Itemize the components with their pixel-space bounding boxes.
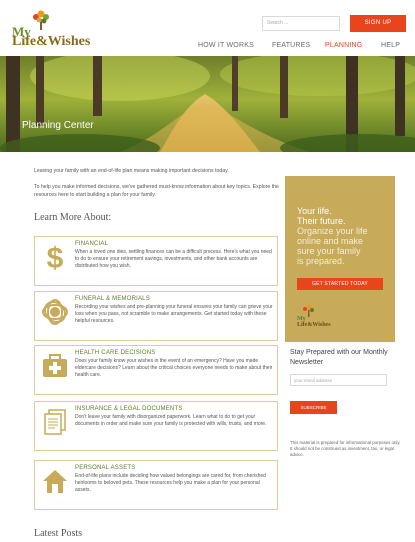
promo-logo: My Life&Wishes [297, 304, 333, 328]
card-title: INSURANCE & LEGAL DOCUMENTS [75, 406, 183, 412]
topic-card-financial[interactable]: $ FINANCIAL When a loved one dies, settl… [34, 236, 278, 286]
topic-card-insurance[interactable]: INSURANCE & LEGAL DOCUMENTS Don't leave … [34, 401, 278, 451]
disclaimer-text: This material is prepared for informatio… [290, 440, 401, 458]
card-description: Recording your wishes and pre-planning y… [75, 304, 273, 324]
flower-icon [42, 299, 68, 325]
search-input[interactable]: Search ... [262, 16, 340, 31]
card-title: FINANCIAL [75, 241, 109, 247]
nav-planning[interactable]: PLANNING [325, 42, 362, 49]
topic-card-health[interactable]: HEALTH CARE DECISIONS Does your family k… [34, 345, 278, 395]
intro-paragraph-2: To help you make informed decisions, we'… [34, 184, 279, 198]
email-input[interactable]: your email address [290, 374, 387, 386]
svg-text:$: $ [47, 243, 64, 271]
latest-posts-heading: Latest Posts [34, 528, 83, 539]
site-logo[interactable]: My Life&Wishes [12, 10, 102, 50]
promo-line: Organize your life [297, 226, 368, 236]
promo-line: online and make [297, 236, 364, 246]
nav-how-it-works[interactable]: HOW IT WORKS [198, 42, 254, 49]
tree-logo-icon [33, 10, 49, 30]
promo-line: sure your family [297, 246, 361, 256]
forest-path-image [0, 56, 415, 152]
card-description: Don't leave your family with disorganize… [75, 414, 267, 427]
house-icon [43, 470, 67, 493]
nav-help[interactable]: HELP [381, 42, 400, 49]
promo-line: is prepared. [297, 256, 345, 266]
nav-features[interactable]: FEATURES [272, 42, 310, 49]
card-title: PERSONAL ASSETS [75, 465, 136, 471]
hero-banner [0, 56, 415, 152]
card-title: FUNERAL & MEMORIALS [75, 296, 150, 302]
page-title: Planning Center [22, 120, 94, 131]
card-description: End-of-life plans include deciding how v… [75, 473, 266, 493]
newsletter-heading: Stay Prepared with our Monthly Newslette… [290, 349, 388, 366]
site-header: My Life&Wishes Search ... SIGN UP HOW IT… [0, 0, 415, 56]
dollar-icon: $ [47, 243, 64, 271]
promo-line: Your life. [297, 206, 332, 216]
promo-line: Their future. [297, 216, 346, 226]
get-started-button[interactable]: GET STARTED TODAY [297, 278, 383, 290]
logo-text-life-wishes: Life&Wishes [12, 34, 91, 49]
learn-more-heading: Learn More About: [34, 212, 112, 223]
card-title: HEALTH CARE DECISIONS [75, 350, 156, 356]
documents-icon [44, 409, 66, 435]
subscribe-button[interactable]: SUBSCRIBE [290, 401, 337, 414]
card-description: Does your family know your wishes in the… [75, 358, 273, 378]
signup-button[interactable]: SIGN UP [350, 15, 406, 32]
promo-box: Your life. Their future. Organize your l… [285, 176, 395, 342]
topic-card-assets[interactable]: PERSONAL ASSETS End-of-life plans includ… [34, 460, 278, 510]
tree-logo-icon: My Life&Wishes [297, 304, 331, 328]
card-description: When a loved one dies, settling finances… [75, 249, 272, 269]
svg-text:Life&Wishes: Life&Wishes [297, 322, 331, 328]
intro-paragraph-1: Leaving your family with an end-of-life … [34, 168, 229, 174]
medical-kit-icon [43, 354, 67, 377]
topic-card-funeral[interactable]: FUNERAL & MEMORIALS Recording your wishe… [34, 291, 278, 341]
